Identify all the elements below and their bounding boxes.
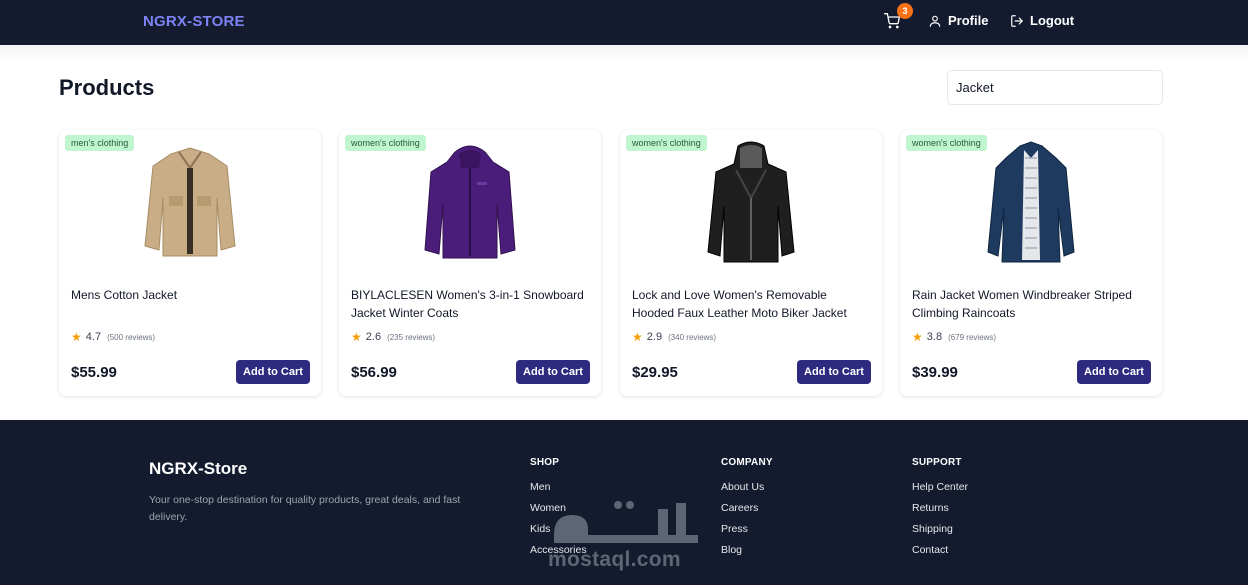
product-price: $55.99: [71, 364, 117, 381]
footer-heading: SUPPORT: [912, 457, 962, 468]
footer-heading: COMPANY: [721, 457, 773, 468]
product-title[interactable]: Mens Cotton Jacket: [71, 286, 309, 304]
product-title[interactable]: Rain Jacket Women Windbreaker Striped Cl…: [912, 286, 1150, 322]
page-title: Products: [59, 75, 155, 100]
product-card[interactable]: men's clothing Mens Cotton Jacket ★ 4.7 …: [59, 130, 321, 396]
star-icon: ★: [632, 330, 643, 344]
footer-tagline: Your one-stop destination for quality pr…: [149, 494, 461, 523]
star-icon: ★: [351, 330, 362, 344]
product-title[interactable]: Lock and Love Women's Removable Hooded F…: [632, 286, 870, 322]
navy-rain-jacket-image[interactable]: [976, 138, 1086, 266]
watermark-text: mostaql.com: [548, 548, 681, 571]
review-count: (340 reviews): [668, 332, 717, 342]
star-icon: ★: [912, 330, 923, 344]
footer-link-shipping[interactable]: Shipping: [912, 522, 968, 543]
rating: ★ 3.8 (679 reviews): [912, 331, 996, 343]
category-badge: women's clothing: [906, 135, 987, 151]
product-title[interactable]: BIYLACLESEN Women's 3-in-1 Snowboard Jac…: [351, 286, 589, 322]
product-card[interactable]: women's clothing Rain Jacket Women Windb…: [900, 130, 1162, 396]
logout-label: Logout: [1030, 13, 1075, 28]
add-to-cart-button[interactable]: Add to Cart: [797, 360, 871, 384]
product-price: $29.95: [632, 364, 678, 381]
profile-label: Profile: [948, 13, 989, 28]
watermark-arabic-logo: [554, 501, 698, 543]
rating-value: 3.8: [926, 331, 943, 343]
footer-link-blog[interactable]: Blog: [721, 543, 773, 564]
product-card[interactable]: women's clothing BIYLACLESEN Women's 3-i…: [339, 130, 601, 396]
purple-snowboard-jacket-image[interactable]: [415, 138, 525, 266]
user-icon: [929, 15, 941, 27]
review-count: (500 reviews): [107, 332, 156, 342]
footer-brand: NGRX-Store: [149, 459, 248, 478]
category-badge: women's clothing: [626, 135, 707, 151]
footer-link-careers[interactable]: Careers: [721, 501, 773, 522]
product-price: $56.99: [351, 364, 397, 381]
footer-link-contact[interactable]: Contact: [912, 543, 968, 564]
footer-column-support: SUPPORT Help Center Returns Shipping Con…: [912, 457, 968, 564]
add-to-cart-button[interactable]: Add to Cart: [1077, 360, 1151, 384]
review-count: (235 reviews): [387, 332, 436, 342]
review-count: (679 reviews): [948, 332, 997, 342]
footer-link-about[interactable]: About Us: [721, 480, 773, 501]
brand-logo[interactable]: NGRX-STORE: [143, 13, 245, 30]
add-to-cart-button[interactable]: Add to Cart: [516, 360, 590, 384]
footer-link-press[interactable]: Press: [721, 522, 773, 543]
black-leather-biker-jacket-image[interactable]: [696, 138, 806, 266]
footer-link-help-center[interactable]: Help Center: [912, 480, 968, 501]
footer-column-company: COMPANY About Us Careers Press Blog: [721, 457, 773, 564]
footer-heading: SHOP: [530, 457, 560, 468]
cart-count-badge: 3: [897, 3, 913, 19]
product-card[interactable]: women's clothing Lock and Love Women's R…: [620, 130, 882, 396]
logout-link[interactable]: Logout: [1010, 13, 1074, 28]
cart-button[interactable]: 3: [884, 3, 913, 33]
rating-value: 2.9: [646, 331, 663, 343]
category-badge: men's clothing: [65, 135, 135, 151]
rating: ★ 2.6 (235 reviews): [351, 331, 435, 343]
rating: ★ 4.7 (500 reviews): [71, 331, 155, 343]
top-navbar: NGRX-STORE 3 Profile Logout: [0, 0, 1248, 45]
category-badge: women's clothing: [345, 135, 426, 151]
rating-value: 4.7: [85, 331, 102, 343]
profile-link[interactable]: Profile: [928, 13, 988, 28]
product-price: $39.99: [912, 364, 958, 381]
star-icon: ★: [71, 330, 82, 344]
beige-cotton-jacket-image[interactable]: [135, 138, 245, 266]
logout-icon: [1011, 14, 1023, 27]
rating-value: 2.6: [365, 331, 382, 343]
add-to-cart-button[interactable]: Add to Cart: [236, 360, 310, 384]
mostaql-watermark-logo: mostaql.com: [548, 495, 703, 575]
rating: ★ 2.9 (340 reviews): [632, 331, 716, 343]
search-input[interactable]: [947, 70, 1163, 105]
footer-link-returns[interactable]: Returns: [912, 501, 968, 522]
header-shadow: [0, 45, 1248, 63]
